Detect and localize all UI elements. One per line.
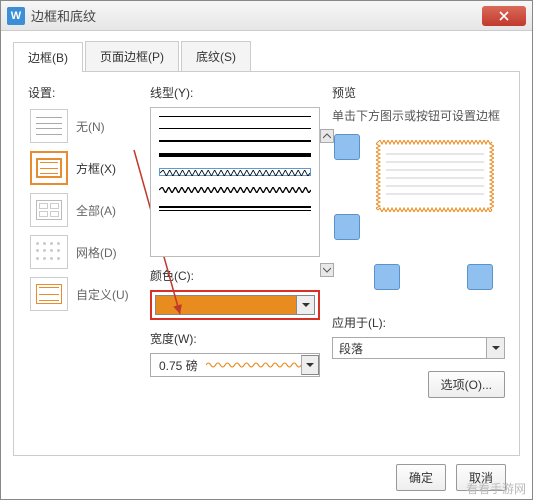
all-icon — [30, 193, 68, 227]
settings-list: 无(N) 方框(X) 全部(A) 网格(D) — [28, 107, 138, 313]
setting-grid-label: 网格(D) — [76, 244, 117, 261]
setting-grid[interactable]: 网格(D) — [28, 233, 138, 271]
close-button[interactable] — [482, 6, 526, 26]
setting-box[interactable]: 方框(X) — [28, 149, 138, 187]
content-area: 边框(B) 页面边框(P) 底纹(S) 设置: 无(N) 方框(X) — [1, 31, 532, 499]
border-right-button[interactable] — [467, 264, 493, 290]
grid-icon — [30, 235, 68, 269]
linetype-double[interactable] — [159, 206, 311, 211]
preview-label: 预览 — [332, 84, 505, 101]
linetype-zigzag-selected[interactable] — [159, 168, 311, 176]
chevron-down-icon — [306, 362, 314, 368]
border-bottom-button[interactable] — [334, 214, 360, 240]
preview-column: 预览 单击下方图示或按钮可设置边框 — [332, 84, 505, 447]
chevron-down-icon — [323, 267, 331, 273]
preview-hint: 单击下方图示或按钮可设置边框 — [332, 107, 505, 124]
color-label: 颜色(C): — [150, 267, 320, 284]
setting-none-label: 无(N) — [76, 118, 105, 135]
width-value: 0.75 磅 — [151, 357, 206, 374]
apply-select[interactable]: 段落 — [332, 337, 505, 359]
apply-dropdown-button[interactable] — [486, 338, 504, 358]
linetype-column: 线型(Y): — [150, 84, 320, 447]
options-button[interactable]: 选项(O)... — [428, 371, 505, 398]
tab-bar: 边框(B) 页面边框(P) 底纹(S) — [13, 41, 520, 72]
color-swatch[interactable] — [155, 295, 297, 315]
setting-none[interactable]: 无(N) — [28, 107, 138, 145]
none-icon — [30, 109, 68, 143]
setting-custom[interactable]: 自定义(U) — [28, 275, 138, 313]
dialog-window: W 边框和底纹 边框(B) 页面边框(P) 底纹(S) 设置: 无(N) — [0, 0, 533, 500]
linetype-thick[interactable] — [159, 153, 311, 157]
setting-box-label: 方框(X) — [76, 160, 116, 177]
width-dropdown-button[interactable] — [301, 355, 319, 375]
close-icon — [499, 11, 509, 21]
window-title: 边框和底纹 — [31, 6, 482, 25]
chevron-up-icon — [323, 133, 331, 139]
linetype-list[interactable] — [150, 107, 320, 257]
custom-icon — [30, 277, 68, 311]
options-row: 选项(O)... — [332, 371, 505, 398]
width-preview-icon — [206, 361, 301, 369]
linetype-thin[interactable] — [159, 116, 311, 117]
border-top-button[interactable] — [334, 134, 360, 160]
ok-button[interactable]: 确定 — [396, 464, 446, 491]
linetype-label: 线型(Y): — [150, 84, 320, 101]
dialog-buttons: 确定 取消 — [13, 456, 520, 497]
titlebar: W 边框和底纹 — [1, 1, 532, 31]
settings-column: 设置: 无(N) 方框(X) 全部(A) — [28, 84, 138, 447]
setting-all[interactable]: 全部(A) — [28, 191, 138, 229]
tab-page-border[interactable]: 页面边框(P) — [85, 41, 179, 71]
apply-row: 应用于(L): 段落 — [332, 314, 505, 359]
chevron-down-icon — [302, 302, 310, 308]
preview-zone — [332, 134, 505, 304]
app-icon: W — [7, 7, 25, 25]
width-label: 宽度(W): — [150, 330, 320, 347]
linetype-thin-2[interactable] — [159, 128, 311, 129]
apply-value: 段落 — [333, 340, 486, 357]
setting-custom-label: 自定义(U) — [76, 286, 129, 303]
border-left-button[interactable] — [374, 264, 400, 290]
width-selector[interactable]: 0.75 磅 — [150, 353, 320, 377]
settings-label: 设置: — [28, 84, 138, 101]
box-icon — [30, 151, 68, 185]
linetype-zigzag-2[interactable] — [159, 187, 311, 195]
preview-sample — [376, 140, 494, 212]
tab-border[interactable]: 边框(B) — [13, 42, 83, 72]
tab-panel: 设置: 无(N) 方框(X) 全部(A) — [13, 72, 520, 456]
color-dropdown-button[interactable] — [297, 295, 315, 315]
watermark-text: 看看手游网 — [466, 480, 526, 497]
color-picker-highlighted — [150, 290, 320, 320]
setting-all-label: 全部(A) — [76, 202, 116, 219]
tab-shading[interactable]: 底纹(S) — [181, 41, 251, 71]
linetype-medium[interactable] — [159, 140, 311, 142]
chevron-down-icon — [492, 345, 500, 351]
apply-label: 应用于(L): — [332, 314, 505, 331]
